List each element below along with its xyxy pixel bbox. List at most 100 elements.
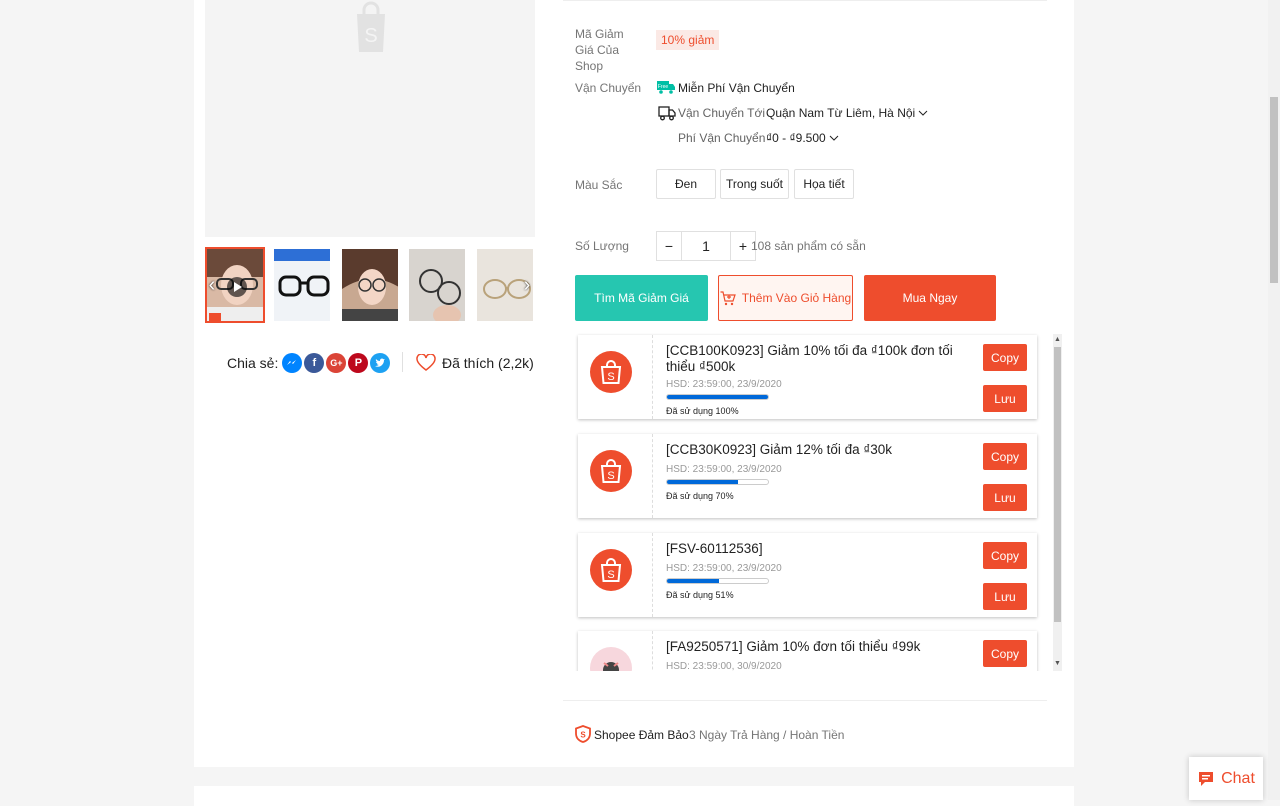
stock-text: 108 sản phẩm có sẵn <box>751 239 866 253</box>
shopee-placeholder-icon: S <box>353 0 389 59</box>
svg-text:S: S <box>364 25 377 47</box>
shopee-bag-icon: S <box>590 549 632 591</box>
voucher-usage-bar <box>666 394 769 400</box>
voucher-title: [FSV-60112536] <box>666 541 763 556</box>
page-scrollbar-thumb[interactable] <box>1270 97 1278 283</box>
svg-text:S: S <box>607 470 614 482</box>
voucher-list[interactable]: S [CCB100K0923] Giảm 10% tối đa ₫100k đơn… <box>575 333 1063 671</box>
voucher-title: [FA9250571] Giảm 10% đơn tối thiểu ₫99k <box>666 639 921 654</box>
free-shipping-icon: Free <box>657 80 675 94</box>
voucher-expiry: HSD: 23:59:00, 30/9/2020 <box>666 661 782 671</box>
color-option-clear[interactable]: Trong suốt <box>720 169 789 199</box>
pinterest-icon[interactable]: P <box>348 353 369 373</box>
scroll-down-icon[interactable]: ▼ <box>1054 660 1061 667</box>
share-bar: Chia sẻ: f G+ P <box>227 351 391 375</box>
voucher-card: S [FSV-60112536] HSD: 23:59:00, 23/9/2020 Đ… <box>578 533 1037 617</box>
voucher-shop-side: S <box>578 434 653 518</box>
svg-text:Free: Free <box>658 84 669 90</box>
favorite-count: Đã thích (2,2k) <box>442 355 534 371</box>
voucher-copy-button[interactable]: Copy <box>983 443 1027 470</box>
thumbnail-image[interactable] <box>340 247 400 323</box>
voucher-expiry: HSD: 23:59:00, 23/9/2020 <box>666 464 782 475</box>
color-option-black[interactable]: Đen <box>656 169 716 199</box>
color-option-pattern[interactable]: Họa tiết <box>794 169 854 199</box>
divider <box>563 0 1047 1</box>
voucher-scrollbar-thumb[interactable] <box>1054 347 1061 622</box>
add-to-cart-button[interactable]: Thêm Vào Giỏ Hàng <box>718 275 853 321</box>
shipping-fee-label: Phí Vận Chuyển <box>678 131 766 145</box>
svg-text:S: S <box>607 569 614 581</box>
voucher-shop-side <box>578 631 653 671</box>
cart-icon <box>720 290 736 306</box>
shopee-bag-icon: S <box>590 351 632 393</box>
scroll-up-icon[interactable]: ▲ <box>1054 336 1061 343</box>
shipping-fee-selector[interactable]: ₫0 - ₫9.500 <box>766 131 839 145</box>
next-section-card <box>194 786 1074 806</box>
voucher-usage-bar <box>666 479 769 485</box>
ship-to-selector[interactable]: Quận Nam Từ Liêm, Hà Nội <box>766 106 928 120</box>
chat-label: Chat <box>1221 769 1255 787</box>
thumbnail-prev-arrow[interactable]: ‹ <box>204 274 220 296</box>
free-shipping-text: Miễn Phí Vận Chuyển <box>678 81 795 95</box>
divider <box>402 352 403 372</box>
messenger-icon[interactable] <box>282 353 303 373</box>
find-voucher-button[interactable]: Tìm Mã Giảm Giá <box>575 275 708 321</box>
quantity-decrease-button[interactable]: − <box>657 232 682 260</box>
color-label: Màu Sắc <box>575 178 623 192</box>
voucher-expiry: HSD: 23:59:00, 23/9/2020 <box>666 563 782 574</box>
guarantee-label[interactable]: Shopee Đảm Bảo <box>594 728 689 742</box>
chevron-down-icon <box>918 110 928 116</box>
google-plus-icon[interactable]: G+ <box>326 353 347 373</box>
voucher-usage-text: Đã sử dụng 51% <box>666 590 734 600</box>
voucher-expiry: HSD: 23:59:00, 23/9/2020 <box>666 379 782 390</box>
chat-icon <box>1197 770 1215 788</box>
favorite-button[interactable]: Đã thích (2,2k) <box>416 351 534 375</box>
ship-to-value: Quận Nam Từ Liêm, Hà Nội <box>766 106 916 120</box>
voucher-usage-fill <box>667 579 719 583</box>
voucher-shop-side: S <box>578 533 653 617</box>
voucher-card: S [CCB100K0923] Giảm 10% tối đa ₫100k đơn… <box>578 335 1037 419</box>
voucher-usage-text: Đã sử dụng 100% <box>666 406 739 416</box>
thumbnail-next-arrow[interactable]: › <box>519 274 535 296</box>
buy-now-button[interactable]: Mua Ngay <box>864 275 996 321</box>
voucher-save-button[interactable]: Lưu <box>983 484 1027 511</box>
voucher-title: [CCB30K0923] Giảm 12% tối đa ₫30k <box>666 442 893 457</box>
voucher-copy-button[interactable]: Copy <box>983 344 1027 371</box>
heart-icon <box>416 354 436 372</box>
voucher-shop-side: S <box>578 335 653 419</box>
divider <box>563 700 1047 701</box>
shipping-label: Vận Chuyển <box>575 81 642 95</box>
add-to-cart-label: Thêm Vào Giỏ Hàng <box>741 291 852 305</box>
quantity-stepper: − 1 + <box>656 231 756 261</box>
facebook-icon[interactable]: f <box>304 353 325 373</box>
shop-discount-tag[interactable]: 10% giảm <box>656 30 720 50</box>
ship-to-label: Vận Chuyển Tới <box>678 106 766 120</box>
thumbnail-image[interactable] <box>272 247 332 323</box>
voucher-save-button[interactable]: Lưu <box>983 385 1027 412</box>
voucher-scrollbar[interactable]: ▲ ▼ <box>1053 334 1062 671</box>
shop-avatar <box>590 647 632 671</box>
product-main-image[interactable]: S <box>205 0 535 237</box>
voucher-card: S [CCB30K0923] Giảm 12% tối đa ₫30k HSD: 2… <box>578 434 1037 518</box>
voucher-copy-button[interactable]: Copy <box>983 640 1027 667</box>
shopee-guarantee-icon: S <box>575 725 591 743</box>
guarantee-text: 3 Ngày Trả Hàng / Hoàn Tiền <box>689 728 845 742</box>
page-scrollbar[interactable] <box>1268 0 1280 800</box>
voucher-save-button[interactable]: Lưu <box>983 583 1027 610</box>
thumbnail-image[interactable] <box>407 247 467 323</box>
shop-discount-label: Mã Giảm Giá Của Shop <box>575 27 624 73</box>
svg-text:S: S <box>580 731 586 740</box>
shopee-bag-icon: S <box>590 450 632 492</box>
chat-button[interactable]: Chat <box>1189 757 1263 800</box>
chevron-down-icon <box>829 135 839 141</box>
share-label: Chia sẻ: <box>227 355 279 371</box>
twitter-icon[interactable] <box>370 353 391 373</box>
svg-text:S: S <box>607 371 614 383</box>
voucher-usage-fill <box>667 395 768 399</box>
quantity-input[interactable]: 1 <box>682 232 731 260</box>
voucher-usage-bar <box>666 578 769 584</box>
voucher-copy-button[interactable]: Copy <box>983 542 1027 569</box>
truck-icon <box>658 105 676 121</box>
voucher-usage-text: Đã sử dụng 70% <box>666 491 734 501</box>
quantity-label: Số Lượng <box>575 239 629 253</box>
